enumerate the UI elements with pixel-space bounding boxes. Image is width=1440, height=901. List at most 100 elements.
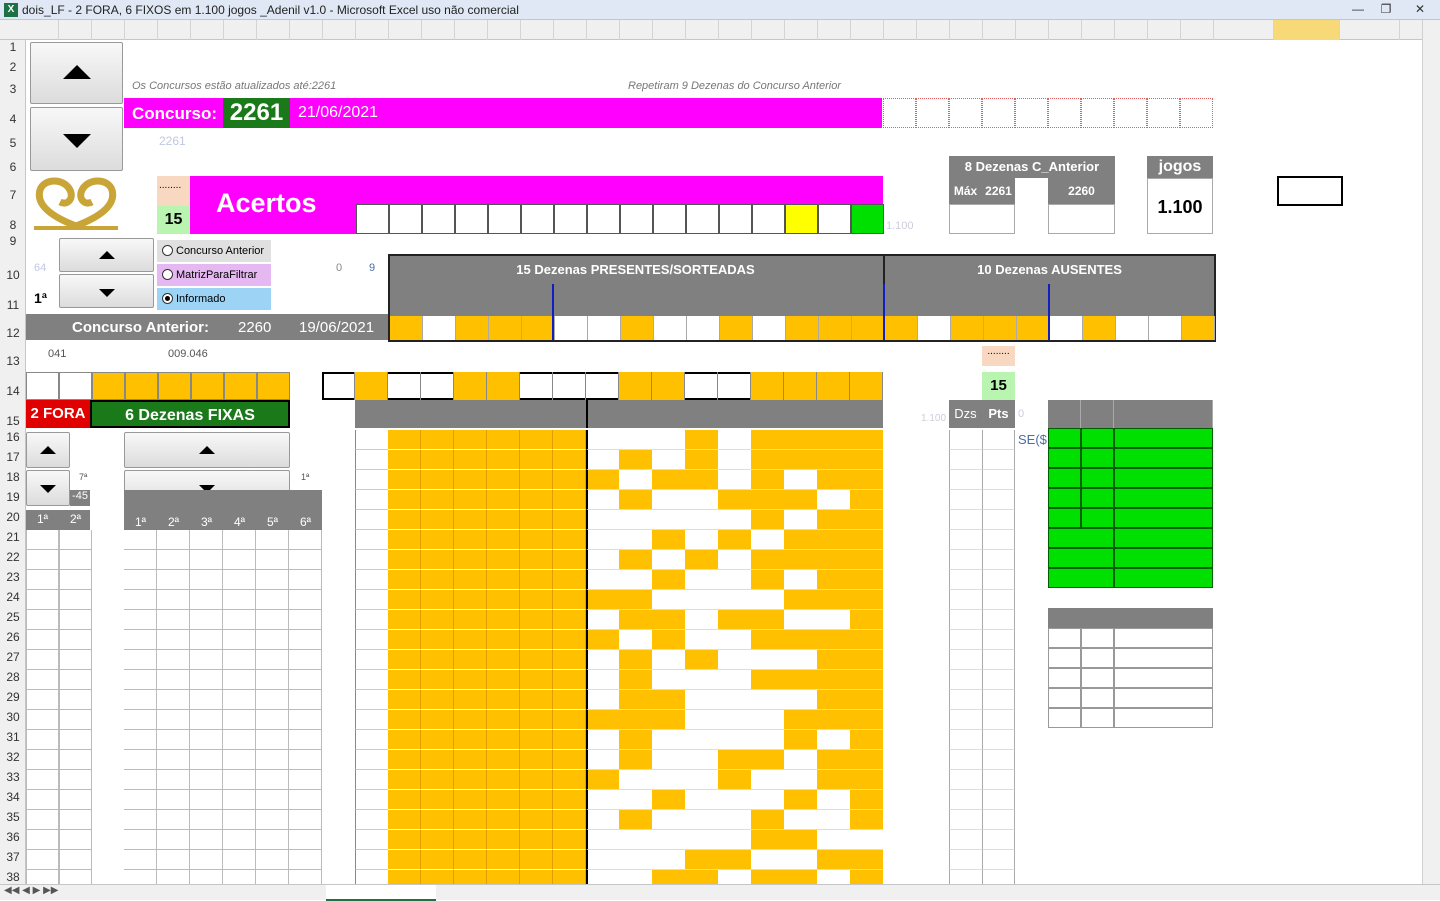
- game-value: [619, 670, 652, 690]
- game-value: [619, 630, 652, 650]
- selected-cell[interactable]: [1277, 176, 1343, 206]
- combo-d: [190, 790, 223, 810]
- game-fixed: [487, 590, 520, 610]
- tab-binário[interactable]: [156, 885, 218, 901]
- column-header-b[interactable]: [59, 20, 92, 40]
- column-header-u[interactable]: [686, 20, 719, 40]
- column-header-am[interactable]: [1340, 20, 1400, 40]
- worksheet[interactable]: Os Concursos estão atualizados até:2261 …: [26, 40, 1422, 890]
- tab-estatísticabásica_15pts[interactable]: [554, 885, 708, 901]
- game-fixed: [487, 610, 520, 630]
- column-header-e[interactable]: [158, 20, 191, 40]
- tab-nav-icon[interactable]: ◀◀ ◀ ▶ ▶▶: [4, 885, 58, 896]
- column-header-c[interactable]: [92, 20, 125, 40]
- game-fixed: [487, 650, 520, 670]
- game-fixed: [487, 810, 520, 830]
- column-header-ak[interactable]: [1214, 20, 1274, 40]
- game-value: [784, 750, 817, 770]
- column-header-ac[interactable]: [950, 20, 983, 40]
- game-pts: [982, 530, 1015, 550]
- column-header-aj[interactable]: [1181, 20, 1214, 40]
- column-header-r[interactable]: [587, 20, 620, 40]
- column-header-ag[interactable]: [1082, 20, 1115, 40]
- game-fixed: [388, 610, 421, 630]
- game-value: [685, 850, 718, 870]
- tab-coli[interactable]: [804, 885, 844, 901]
- column-header-x[interactable]: [785, 20, 818, 40]
- combo-d: [124, 550, 157, 570]
- column-header-ah[interactable]: [1115, 20, 1148, 40]
- column-header-al[interactable]: [1274, 20, 1340, 40]
- tab-resumo_csn[interactable]: [708, 885, 804, 901]
- column-header-ab[interactable]: [917, 20, 950, 40]
- restore-icon[interactable]: ❐: [1373, 1, 1399, 18]
- minimize-icon[interactable]: —: [1345, 1, 1371, 18]
- column-header-ai[interactable]: [1148, 20, 1181, 40]
- game-fixed: [487, 530, 520, 550]
- mid-up-button[interactable]: [124, 432, 290, 468]
- column-header-d[interactable]: [125, 20, 158, 40]
- column-header-s[interactable]: [620, 20, 653, 40]
- game-value: [751, 790, 784, 810]
- column-header-a[interactable]: [26, 20, 59, 40]
- tab-lf_resorteio[interactable]: [64, 885, 156, 901]
- game-number: [355, 490, 388, 510]
- presentes-value: [819, 316, 852, 340]
- column-header-q[interactable]: [554, 20, 587, 40]
- column-header-g[interactable]: [224, 20, 257, 40]
- column-header-m[interactable]: [422, 20, 455, 40]
- game-value: [784, 770, 817, 790]
- column-header-y[interactable]: [818, 20, 851, 40]
- game-fixed: [388, 850, 421, 870]
- tab-2a_6f_1100jogs[interactable]: [326, 885, 436, 901]
- column-header-n[interactable]: [455, 20, 488, 40]
- column-header-ad[interactable]: [983, 20, 1016, 40]
- radio-matriz[interactable]: MatrizParaFiltrar: [157, 264, 271, 286]
- combo-d: [289, 810, 322, 830]
- prize2-pts: [1048, 708, 1081, 728]
- column-header-aa[interactable]: [884, 20, 917, 40]
- column-header-h[interactable]: [257, 20, 290, 40]
- combo-a: [26, 530, 59, 550]
- column-header-t[interactable]: [653, 20, 686, 40]
- left-up-button[interactable]: [26, 432, 70, 468]
- radio-concurso-anterior[interactable]: Concurso Anterior: [157, 240, 271, 262]
- down-button[interactable]: [30, 107, 123, 171]
- presentes-header-cell: [687, 290, 720, 310]
- column-header-ae[interactable]: [1016, 20, 1049, 40]
- column-header-v[interactable]: [719, 20, 752, 40]
- column-header-l[interactable]: [389, 20, 422, 40]
- combo-a: [26, 650, 59, 670]
- game-fixed: [487, 670, 520, 690]
- column-header-w[interactable]: [752, 20, 785, 40]
- game-value: [817, 490, 850, 510]
- combo-d: [157, 590, 190, 610]
- vertical-scrollbar[interactable]: [1422, 20, 1440, 885]
- column-header-f[interactable]: [191, 20, 224, 40]
- column-header-k[interactable]: [356, 20, 389, 40]
- combo-c: [92, 770, 125, 790]
- ausentes-value: [1050, 316, 1083, 340]
- game-value: [685, 750, 718, 770]
- radio-informado[interactable]: Informado: [157, 288, 271, 310]
- game-value: [685, 470, 718, 490]
- column-header-af[interactable]: [1049, 20, 1082, 40]
- up-button[interactable]: [30, 42, 123, 104]
- game-fixed: [454, 470, 487, 490]
- close-icon[interactable]: ✕: [1407, 1, 1433, 18]
- small-down-button[interactable]: [59, 274, 154, 308]
- column-header-z[interactable]: [851, 20, 884, 40]
- left-down-button[interactable]: [26, 470, 70, 506]
- presentes-header-cell: [423, 290, 456, 310]
- small-up-button[interactable]: [59, 238, 154, 272]
- column-header-o[interactable]: [488, 20, 521, 40]
- ausentes-header-cell: [1116, 290, 1149, 310]
- tab-estatísticabásica[interactable]: [436, 885, 554, 901]
- column-header-i[interactable]: [290, 20, 323, 40]
- game-value: [850, 450, 883, 470]
- column-header-p[interactable]: [521, 20, 554, 40]
- column-header-j[interactable]: [323, 20, 356, 40]
- anterior-date: 19/06/2021: [299, 319, 375, 336]
- presentes-value: [786, 316, 819, 340]
- tab-matrizparafiltrar[interactable]: [218, 885, 326, 901]
